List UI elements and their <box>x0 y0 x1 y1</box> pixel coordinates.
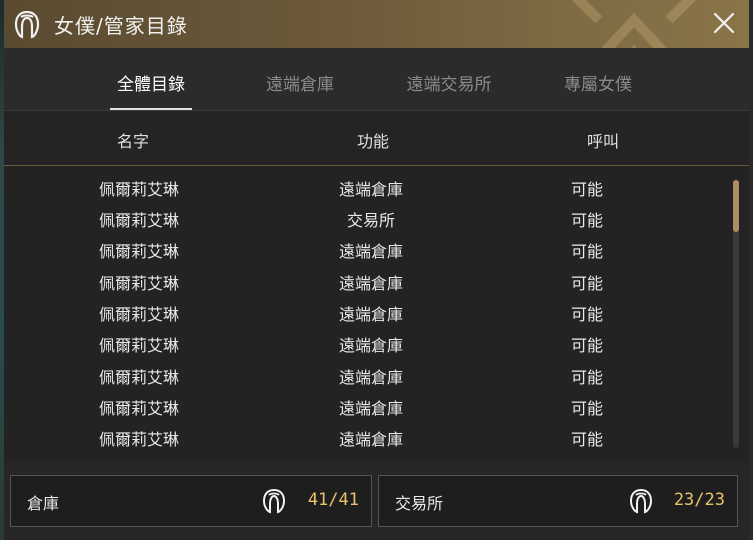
title-bar[interactable]: 女僕/管家目錄 <box>4 0 749 48</box>
column-call: 呼叫 <box>586 132 619 151</box>
warehouse-count: 41/41 <box>307 490 359 510</box>
tab-exclusive-maid[interactable]: 專屬女僕 <box>533 70 663 95</box>
row-call: 可能 <box>570 180 603 199</box>
column-header: 名字 功能 呼叫 <box>4 111 749 166</box>
decorative-pattern-icon <box>571 0 697 48</box>
table-row[interactable]: 佩爾莉艾琳 遠端倉庫 可能 <box>4 360 729 391</box>
row-call: 可能 <box>570 305 603 324</box>
table-row[interactable]: 佩爾莉艾琳 遠端倉庫 可能 <box>4 172 729 203</box>
table-row[interactable]: 佩爾莉艾琳 遠端倉庫 可能 <box>4 391 729 422</box>
row-call: 可能 <box>570 399 603 418</box>
column-name: 名字 <box>116 132 149 151</box>
table-row[interactable]: 佩爾莉艾琳 遠端倉庫 可能 <box>4 328 729 359</box>
row-function: 遠端倉庫 <box>338 180 403 199</box>
row-function: 遠端倉庫 <box>338 336 403 355</box>
row-call: 可能 <box>570 368 603 387</box>
row-function: 交易所 <box>346 211 395 230</box>
row-name: 佩爾莉艾琳 <box>98 305 179 324</box>
table-row[interactable]: 佩爾莉艾琳 遠端倉庫 可能 <box>4 234 729 265</box>
window-title: 女僕/管家目錄 <box>54 14 188 38</box>
row-call: 可能 <box>570 430 603 449</box>
warehouse-label: 倉庫 <box>27 494 60 513</box>
maid-icon <box>14 10 40 39</box>
row-function: 遠端倉庫 <box>338 368 403 387</box>
tab-remote-market[interactable]: 遠端交易所 <box>384 70 514 95</box>
row-name: 佩爾莉艾琳 <box>98 180 179 199</box>
tab-remote-warehouse[interactable]: 遠端倉庫 <box>235 70 365 95</box>
tab-bar: 全體目錄 遠端倉庫 遠端交易所 專屬女僕 <box>4 48 749 110</box>
row-name: 佩爾莉艾琳 <box>98 430 179 449</box>
row-function: 遠端倉庫 <box>338 305 403 324</box>
scrollbar-thumb[interactable] <box>733 180 739 232</box>
close-icon[interactable] <box>711 10 737 36</box>
table-row[interactable]: 佩爾莉艾琳 遠端倉庫 可能 <box>4 266 729 297</box>
table-row[interactable]: 佩爾莉艾琳 交易所 可能 <box>4 203 729 234</box>
row-function: 遠端倉庫 <box>338 430 403 449</box>
row-function: 遠端倉庫 <box>338 274 403 293</box>
tab-all-list[interactable]: 全體目錄 <box>86 70 216 95</box>
summary-bar: 倉庫 41/41 交易所 23/23 <box>4 462 749 540</box>
row-call: 可能 <box>570 336 603 355</box>
row-function: 遠端倉庫 <box>338 399 403 418</box>
row-name: 佩爾莉艾琳 <box>98 274 179 293</box>
row-name: 佩爾莉艾琳 <box>98 211 179 230</box>
warehouse-summary: 倉庫 41/41 <box>10 475 372 527</box>
row-name: 佩爾莉艾琳 <box>98 242 179 261</box>
row-call: 可能 <box>570 274 603 293</box>
row-name: 佩爾莉艾琳 <box>98 368 179 387</box>
maid-icon <box>629 488 653 514</box>
row-call: 可能 <box>570 211 603 230</box>
market-summary: 交易所 23/23 <box>378 475 738 527</box>
row-name: 佩爾莉艾琳 <box>98 336 179 355</box>
row-call: 可能 <box>570 242 603 261</box>
row-name: 佩爾莉艾琳 <box>98 399 179 418</box>
table-row[interactable]: 佩爾莉艾琳 遠端倉庫 可能 <box>4 422 729 453</box>
row-function: 遠端倉庫 <box>338 242 403 261</box>
maid-list: 佩爾莉艾琳 遠端倉庫 可能 佩爾莉艾琳 交易所 可能 佩爾莉艾琳 遠端倉庫 可能… <box>4 166 749 462</box>
column-function: 功能 <box>356 132 389 151</box>
maid-butler-list-window: 女僕/管家目錄 全體目錄 遠端倉庫 遠端交易所 專屬女僕 名字 功能 呼叫 佩爾… <box>4 0 749 540</box>
table-row[interactable]: 佩爾莉艾琳 遠端倉庫 可能 <box>4 297 729 328</box>
market-count: 23/23 <box>673 490 725 510</box>
market-label: 交易所 <box>395 494 444 513</box>
maid-icon <box>262 488 286 514</box>
